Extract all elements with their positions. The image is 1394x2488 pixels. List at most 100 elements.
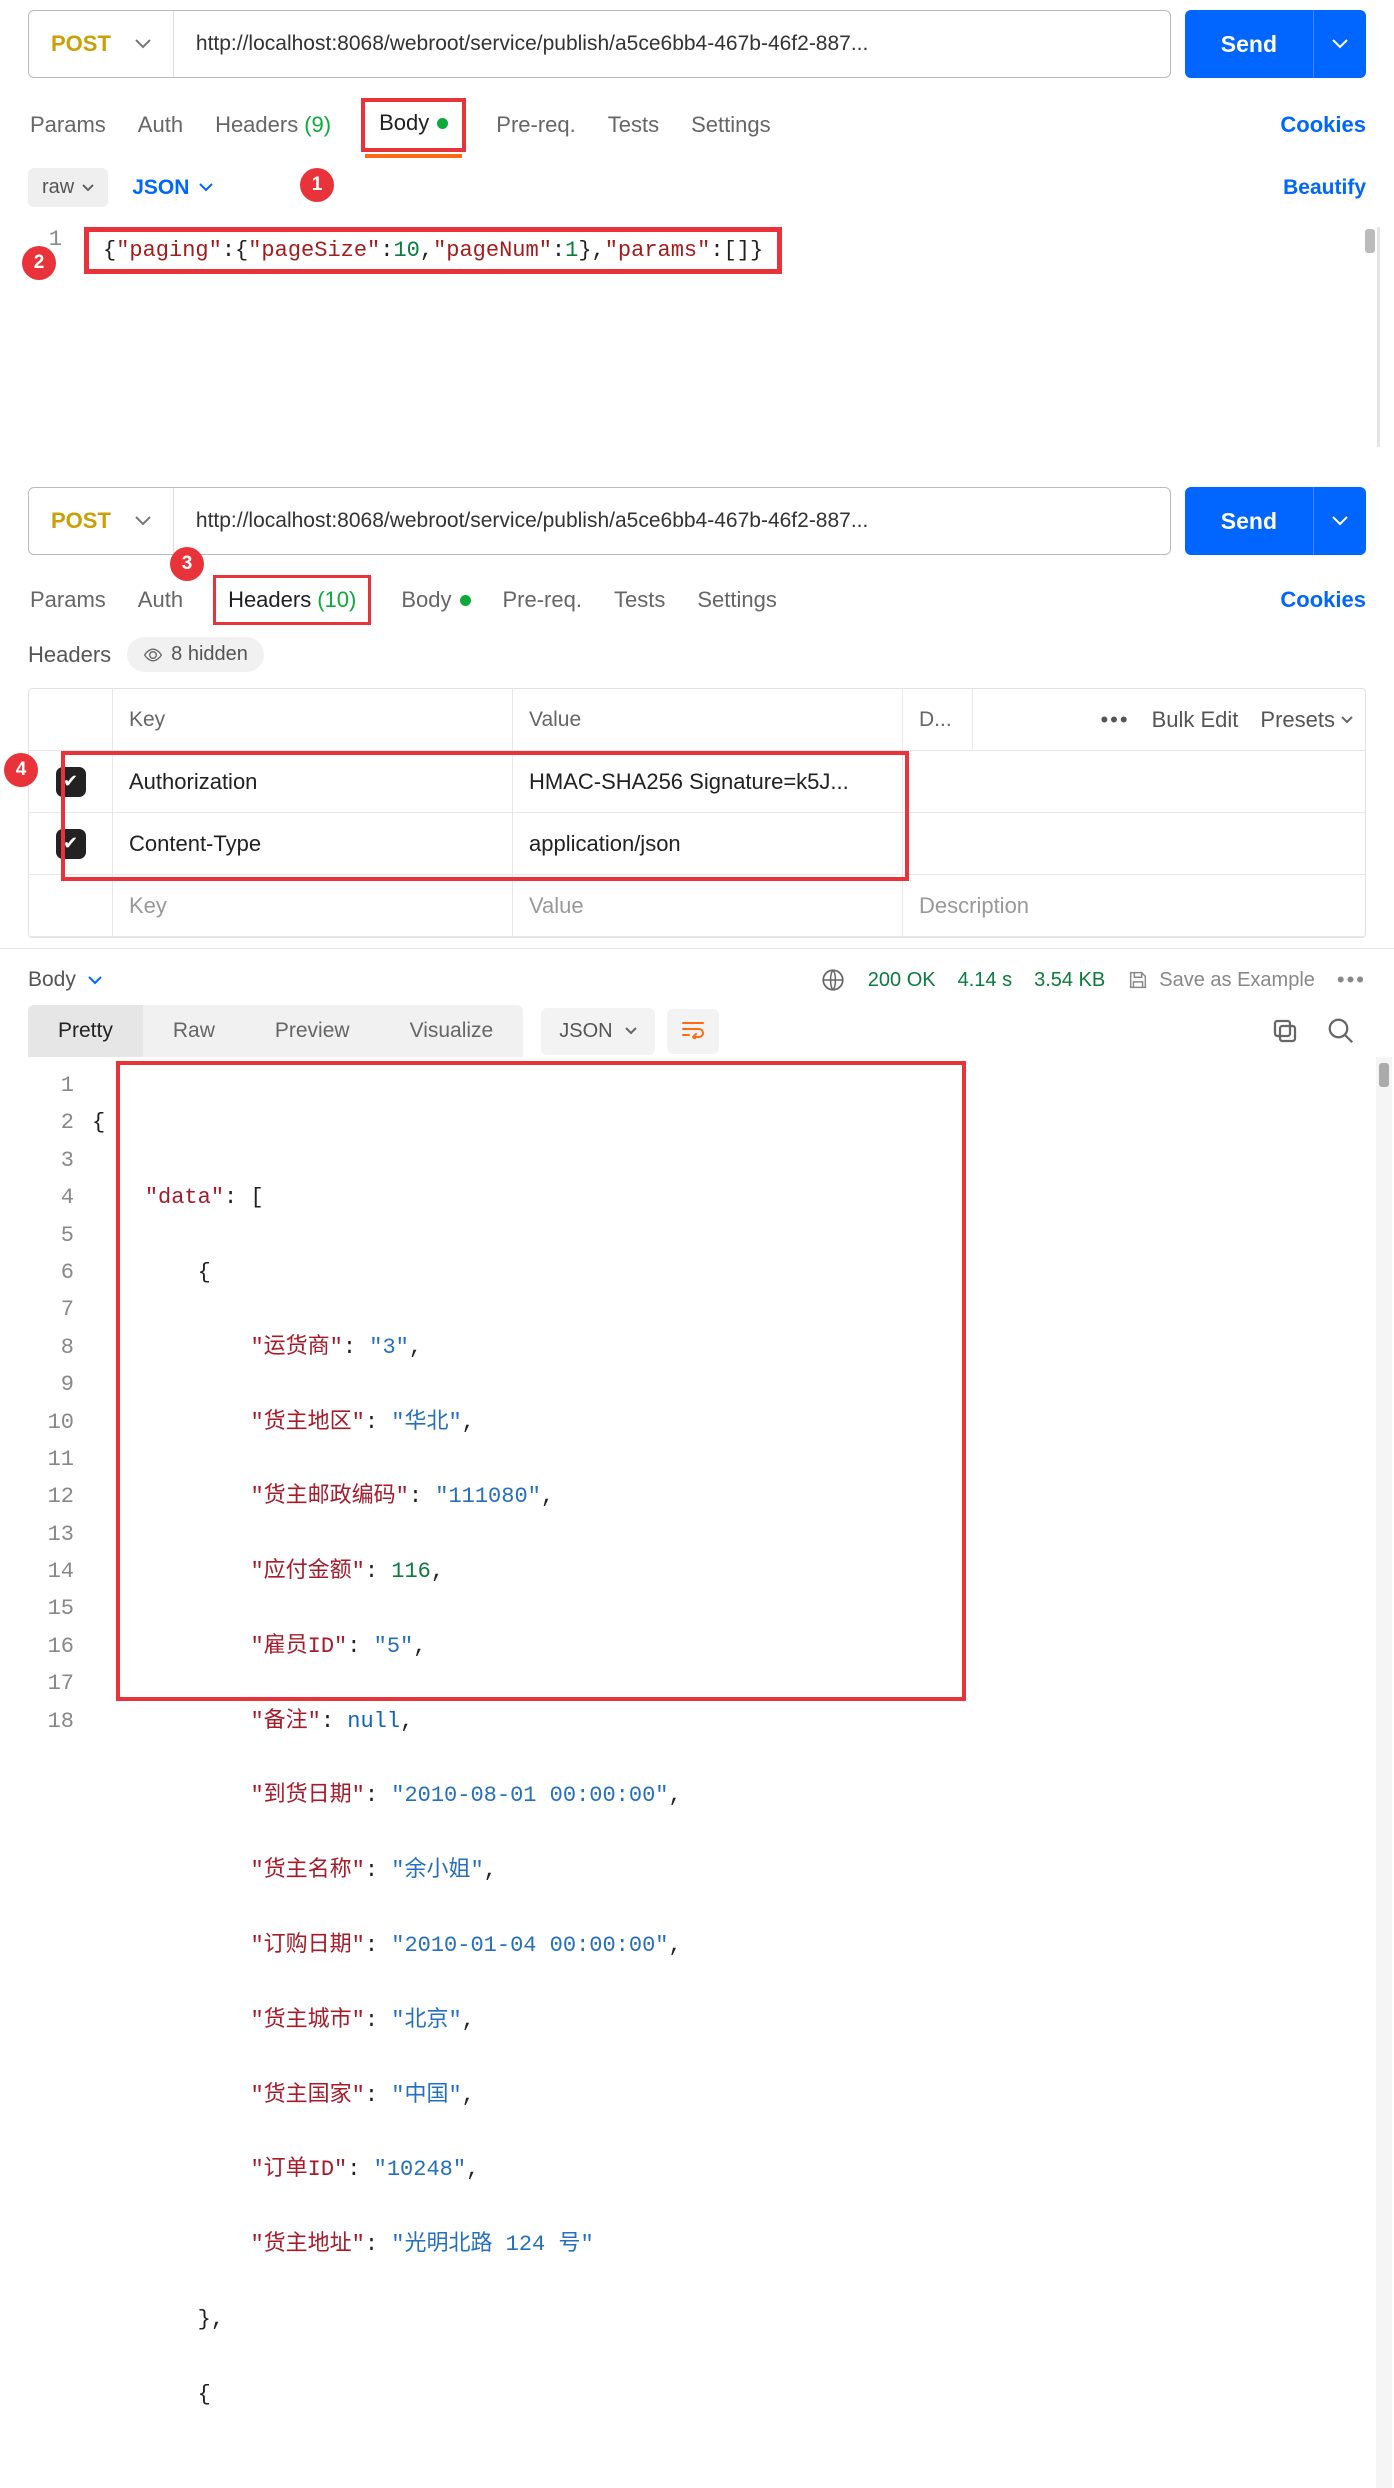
response-gutter: 123456789101112131415161718 (28, 1067, 92, 2488)
chevron-down-icon (135, 516, 151, 526)
header-row[interactable]: ✔ Authorization HMAC-SHA256 Signature=k5… (29, 751, 1365, 813)
chevron-down-icon (625, 1027, 637, 1035)
method-select[interactable]: POST (29, 488, 174, 554)
rtab-visualize[interactable]: Visualize (380, 1005, 524, 1057)
th-key: Key (113, 689, 513, 750)
body-highlight-box: {"paging":{"pageSize":10,"pageNum":1},"p… (84, 227, 782, 274)
tab-prereq[interactable]: Pre-req. (494, 106, 577, 144)
chevron-down-icon (199, 183, 213, 192)
header-value-cell[interactable]: application/json (513, 813, 903, 874)
headers-table-header-row: Key Value D... ••• Bulk Edit Presets (29, 689, 1365, 751)
header-row[interactable]: ✔ Content-Type application/json (29, 813, 1365, 875)
callout-3: 3 (170, 547, 204, 581)
tab-body[interactable]: Body (377, 104, 450, 142)
globe-icon[interactable] (820, 967, 846, 993)
tab-tests[interactable]: Tests (606, 106, 661, 144)
header-key-cell[interactable]: Authorization (113, 751, 513, 812)
body-modified-dot-icon (460, 595, 471, 606)
tab-headers[interactable]: Headers (10) (226, 581, 358, 619)
body-format-select[interactable]: JSON (132, 176, 213, 200)
scrollbar-track[interactable] (1376, 1057, 1392, 2488)
more-options-icon[interactable]: ••• (1100, 707, 1129, 733)
headers-section-title: Headers (28, 642, 111, 668)
callout-2: 2 (22, 246, 56, 280)
response-view-tabs: Pretty Raw Preview Visualize (28, 1005, 523, 1057)
headers-count: (10) (317, 587, 356, 613)
response-size: 3.54 KB (1034, 969, 1105, 992)
cookies-link[interactable]: Cookies (1280, 587, 1366, 613)
header-checkbox[interactable]: ✔ (56, 829, 86, 859)
send-button-dropdown[interactable] (1313, 10, 1366, 78)
chevron-down-icon (1341, 716, 1353, 724)
rtab-pretty[interactable]: Pretty (28, 1005, 143, 1057)
header-value-input[interactable]: Value (513, 875, 903, 936)
headers-table: Key Value D... ••• Bulk Edit Presets ✔ A… (28, 688, 1366, 938)
rtab-raw[interactable]: Raw (143, 1005, 245, 1057)
header-value-cell[interactable]: HMAC-SHA256 Signature=k5J... (513, 751, 903, 812)
url-input[interactable]: http://localhost:8068/webroot/service/pu… (174, 11, 1170, 77)
send-button[interactable]: Send (1185, 487, 1366, 555)
tab-prereq[interactable]: Pre-req. (501, 581, 584, 619)
response-time: 4.14 s (958, 969, 1012, 992)
chevron-down-icon (88, 976, 102, 985)
header-description-cell[interactable] (903, 813, 1365, 874)
save-icon (1127, 969, 1149, 991)
method-label: POST (51, 508, 111, 534)
send-button-label: Send (1185, 10, 1313, 78)
response-code: { "data": [ { "运货商": "3", "货主地区": "华北", … (92, 1067, 1374, 2488)
bulk-edit-button[interactable]: Bulk Edit (1152, 707, 1239, 733)
check-icon: ✔ (63, 771, 78, 792)
beautify-button[interactable]: Beautify (1283, 176, 1366, 200)
method-label: POST (51, 31, 111, 57)
th-value: Value (513, 689, 903, 750)
status-code: 200 OK (868, 969, 936, 992)
cookies-link[interactable]: Cookies (1280, 112, 1366, 138)
tab-headers-highlight-box: Headers (10) (213, 575, 371, 625)
body-type-select[interactable]: raw (28, 168, 108, 207)
tab-auth[interactable]: Auth (136, 106, 185, 144)
scrollbar-thumb[interactable] (1379, 1063, 1389, 1087)
check-icon: ✔ (63, 833, 78, 854)
response-section-select[interactable]: Body (28, 968, 102, 992)
tab-params[interactable]: Params (28, 581, 108, 619)
header-key-input[interactable]: Key (113, 875, 513, 936)
tab-headers[interactable]: Headers (9) (213, 106, 333, 144)
presets-dropdown[interactable]: Presets (1260, 707, 1353, 733)
header-key-cell[interactable]: Content-Type (113, 813, 513, 874)
callout-4: 4 (4, 753, 38, 787)
tab-tests[interactable]: Tests (612, 581, 667, 619)
callout-1: 1 (300, 168, 334, 202)
header-description-input[interactable]: Description (903, 875, 1365, 936)
url-input[interactable]: http://localhost:8068/webroot/service/pu… (174, 488, 1170, 554)
wrap-icon (681, 1019, 705, 1039)
more-options-icon[interactable]: ••• (1337, 967, 1366, 993)
header-description-cell[interactable] (903, 751, 1365, 812)
method-url-bar: POST http://localhost:8068/webroot/servi… (28, 487, 1171, 555)
save-as-example-button[interactable]: Save as Example (1127, 969, 1315, 992)
body-modified-dot-icon (437, 118, 448, 129)
header-checkbox[interactable]: ✔ (56, 767, 86, 797)
copy-icon[interactable] (1270, 1016, 1300, 1046)
tab-settings[interactable]: Settings (695, 581, 779, 619)
method-select[interactable]: POST (29, 11, 174, 77)
response-body[interactable]: 123456789101112131415161718 { "data": [ … (0, 1057, 1394, 2488)
eye-icon (143, 645, 163, 665)
tab-auth[interactable]: Auth (136, 581, 185, 619)
header-row-empty[interactable]: Key Value Description (29, 875, 1365, 937)
body-editor[interactable]: 1 {"paging":{"pageSize":10,"pageNum":1},… (28, 227, 1380, 447)
scrollbar-thumb[interactable] (1365, 229, 1375, 253)
chevron-down-icon (82, 184, 94, 192)
rtab-preview[interactable]: Preview (245, 1005, 380, 1057)
tab-body[interactable]: Body (399, 581, 472, 619)
wrap-lines-button[interactable] (667, 1009, 719, 1054)
tab-params[interactable]: Params (28, 106, 108, 144)
send-button-dropdown[interactable] (1313, 487, 1366, 555)
tab-settings[interactable]: Settings (689, 106, 773, 144)
tab-body-highlight-box: Body (361, 98, 466, 152)
response-format-select[interactable]: JSON (541, 1008, 654, 1055)
send-button[interactable]: Send (1185, 10, 1366, 78)
th-description: D... (903, 689, 973, 750)
hidden-headers-toggle[interactable]: 8 hidden (127, 637, 264, 672)
search-icon[interactable] (1326, 1016, 1356, 1046)
method-url-bar: POST http://localhost:8068/webroot/servi… (28, 10, 1171, 78)
